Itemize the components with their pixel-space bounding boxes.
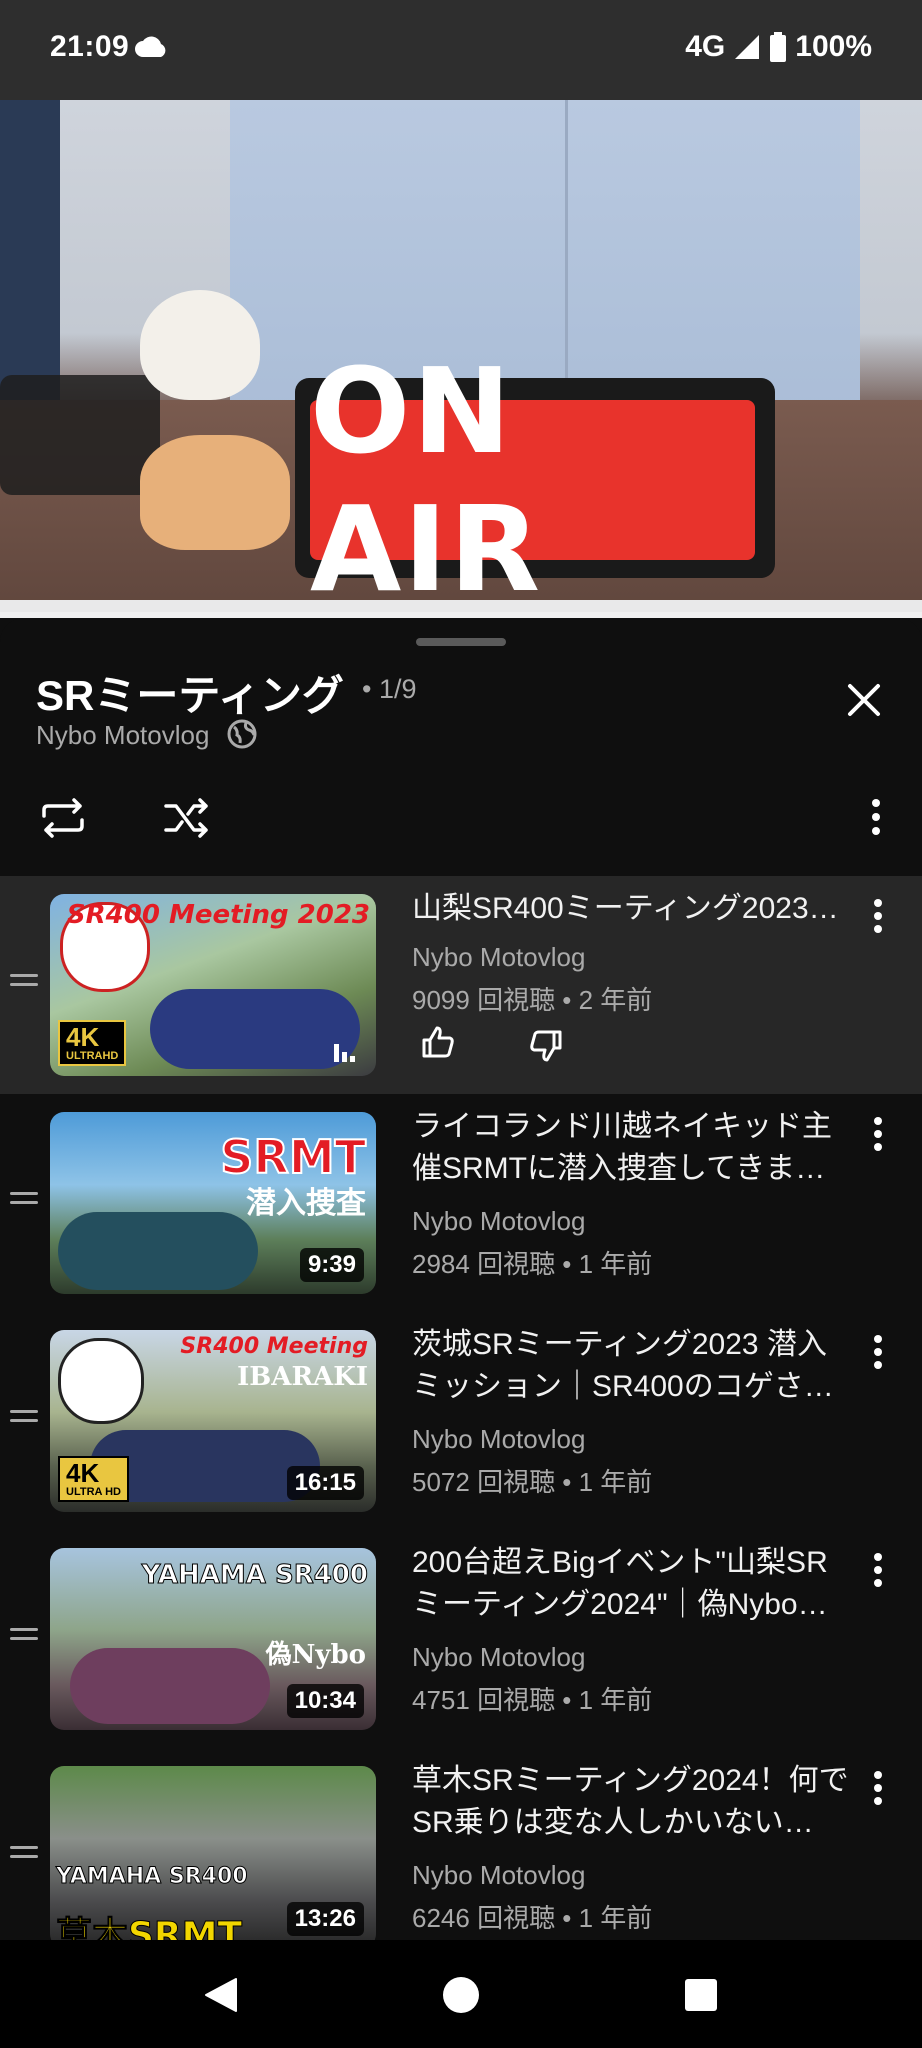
on-air-sign: ON AIR xyxy=(310,342,755,618)
motorcycle-shape xyxy=(58,1212,258,1290)
close-icon[interactable] xyxy=(846,682,882,718)
video-scene-cables xyxy=(0,375,160,495)
video-stats: 4751 回視聴 • 1 年前 xyxy=(412,1685,653,1715)
playlist-panel: SRミーティング • 1/9 Nybo Motovlog SR400 Meeti… xyxy=(0,618,922,1940)
thumbs-up-icon[interactable] xyxy=(420,1024,456,1060)
video-duration: 10:34 xyxy=(286,1684,364,1718)
battery-icon xyxy=(770,32,787,62)
drag-reorder-icon[interactable] xyxy=(10,1410,38,1428)
signal-icon xyxy=(735,35,760,59)
drag-reorder-icon[interactable] xyxy=(10,1628,38,1646)
thumbnail-caption: YAHAMA SR400 xyxy=(141,1560,368,1591)
thumbnail-subcaption: 偽Nybo xyxy=(265,1640,366,1670)
video-stats: 6246 回視聴 • 1 年前 xyxy=(412,1903,653,1933)
thumbnail-subcaption: 草木SRMT xyxy=(55,1915,243,1941)
more-vert-icon[interactable] xyxy=(872,1552,884,1588)
playlist-item[interactable]: SRMT 潜入捜査 9:39 ライコランド川越ネイキッド主催SRMTに潜入捜査し… xyxy=(0,1094,922,1312)
now-playing-icon xyxy=(334,1044,355,1062)
thumbnail-subcaption: 潜入捜査 xyxy=(246,1186,366,1221)
playlist-item[interactable]: YAHAMA SR400 偽Nybo 10:34 200台超えBigイベント"山… xyxy=(0,1530,922,1748)
more-vert-icon[interactable] xyxy=(872,1334,884,1370)
back-icon[interactable] xyxy=(200,1975,240,2015)
home-icon[interactable] xyxy=(441,1975,481,2015)
more-vert-icon[interactable] xyxy=(872,1770,884,1806)
motorcycle-shape xyxy=(150,989,360,1069)
video-scene-curtain xyxy=(0,100,60,400)
video-scene-plush-head xyxy=(140,290,260,400)
video-stats: 5072 回視聴 • 1 年前 xyxy=(412,1467,653,1497)
playlist-position: • 1/9 xyxy=(362,674,417,704)
video-thumbnail[interactable]: SR400 Meeting IBARAKI 4K ULTRA HD 16:15 xyxy=(50,1330,376,1512)
battery-level: 100% xyxy=(795,30,872,63)
thumbnail-caption: SRMT xyxy=(219,1129,367,1185)
globe-icon xyxy=(227,719,257,749)
thumbnail-caption: SR400 Meeting 2023 xyxy=(66,900,370,930)
video-stats: 9099 回視聴 • 2 年前 xyxy=(412,985,653,1015)
repeat-icon[interactable] xyxy=(38,796,88,840)
drag-reorder-icon[interactable] xyxy=(10,974,38,992)
video-title[interactable]: ライコランド川越ネイキッド主催SRMTに潜入捜査してきま… xyxy=(412,1106,852,1190)
video-thumbnail[interactable]: YAHAMA SR400 偽Nybo 10:34 xyxy=(50,1548,376,1730)
video-channel: Nybo Motovlog xyxy=(412,1642,586,1672)
more-vert-icon[interactable] xyxy=(872,1116,884,1152)
thumbnail-caption: YAMAHA SR400 xyxy=(56,1864,249,1890)
video-title[interactable]: 200台超えBigイベント"山梨SRミーティング2024"｜偽Nybo… xyxy=(412,1542,852,1626)
thumbnail-caption: SR400 Meeting xyxy=(180,1334,368,1359)
video-stats: 2984 回視聴 • 1 年前 xyxy=(412,1249,653,1279)
more-vert-icon[interactable] xyxy=(872,898,884,934)
status-bar: 21:09 4G 100% xyxy=(0,0,922,100)
motorcycle-shape xyxy=(70,1648,270,1724)
playlist-title: SRミーティング xyxy=(36,672,344,719)
playlist-item[interactable]: YAMAHA SR400 草木SRMT 13:26 草木SRミーティング2024… xyxy=(0,1748,922,1940)
video-channel: Nybo Motovlog xyxy=(412,1860,586,1890)
drag-reorder-icon[interactable] xyxy=(10,1192,38,1210)
video-duration: 9:39 xyxy=(299,1248,364,1282)
video-channel: Nybo Motovlog xyxy=(412,942,586,972)
playlist-item[interactable]: SR400 Meeting 2023 4K ULTRAHD 山梨SR400ミーティ… xyxy=(0,876,922,1094)
video-thumbnail[interactable]: SRMT 潜入捜査 9:39 xyxy=(50,1112,376,1294)
system-nav-bar xyxy=(0,1940,922,2048)
thumbnail-subcaption: IBARAKI xyxy=(237,1362,368,1392)
4k-badge: 4K ULTRAHD xyxy=(58,1020,127,1066)
video-player[interactable]: ON AIR xyxy=(0,100,922,618)
thumbs-down-icon[interactable] xyxy=(528,1028,564,1064)
drag-reorder-icon[interactable] xyxy=(10,1846,38,1864)
4k-badge: 4K ULTRA HD xyxy=(58,1456,129,1502)
playlist-channel[interactable]: Nybo Motovlog xyxy=(36,720,209,751)
video-thumbnail[interactable]: YAMAHA SR400 草木SRMT 13:26 xyxy=(50,1766,376,1940)
status-time: 21:09 xyxy=(50,30,130,63)
cloud-icon xyxy=(135,36,166,57)
video-channel: Nybo Motovlog xyxy=(412,1206,586,1236)
video-title[interactable]: 茨城SRミーティング2023 潜入ミッション｜SR400のコゲさ… xyxy=(412,1324,852,1408)
video-title[interactable]: 草木SRミーティング2024！何でSR乗りは変な人しかいない… xyxy=(412,1760,852,1844)
event-logo xyxy=(58,1338,144,1424)
more-vert-icon[interactable] xyxy=(870,798,882,836)
video-title[interactable]: 山梨SR400ミーティング2023… xyxy=(412,888,852,930)
video-duration: 13:26 xyxy=(286,1902,364,1936)
playlist-item[interactable]: SR400 Meeting IBARAKI 4K ULTRA HD 16:15 茨… xyxy=(0,1312,922,1530)
drag-handle[interactable] xyxy=(416,638,506,646)
video-scene-plush-body xyxy=(140,435,290,550)
recents-icon[interactable] xyxy=(683,1977,719,2013)
video-channel: Nybo Motovlog xyxy=(412,1424,586,1454)
video-duration: 16:15 xyxy=(286,1466,364,1500)
video-thumbnail[interactable]: SR400 Meeting 2023 4K ULTRAHD xyxy=(50,894,376,1076)
shuffle-icon[interactable] xyxy=(162,796,212,840)
network-type: 4G xyxy=(685,30,726,63)
